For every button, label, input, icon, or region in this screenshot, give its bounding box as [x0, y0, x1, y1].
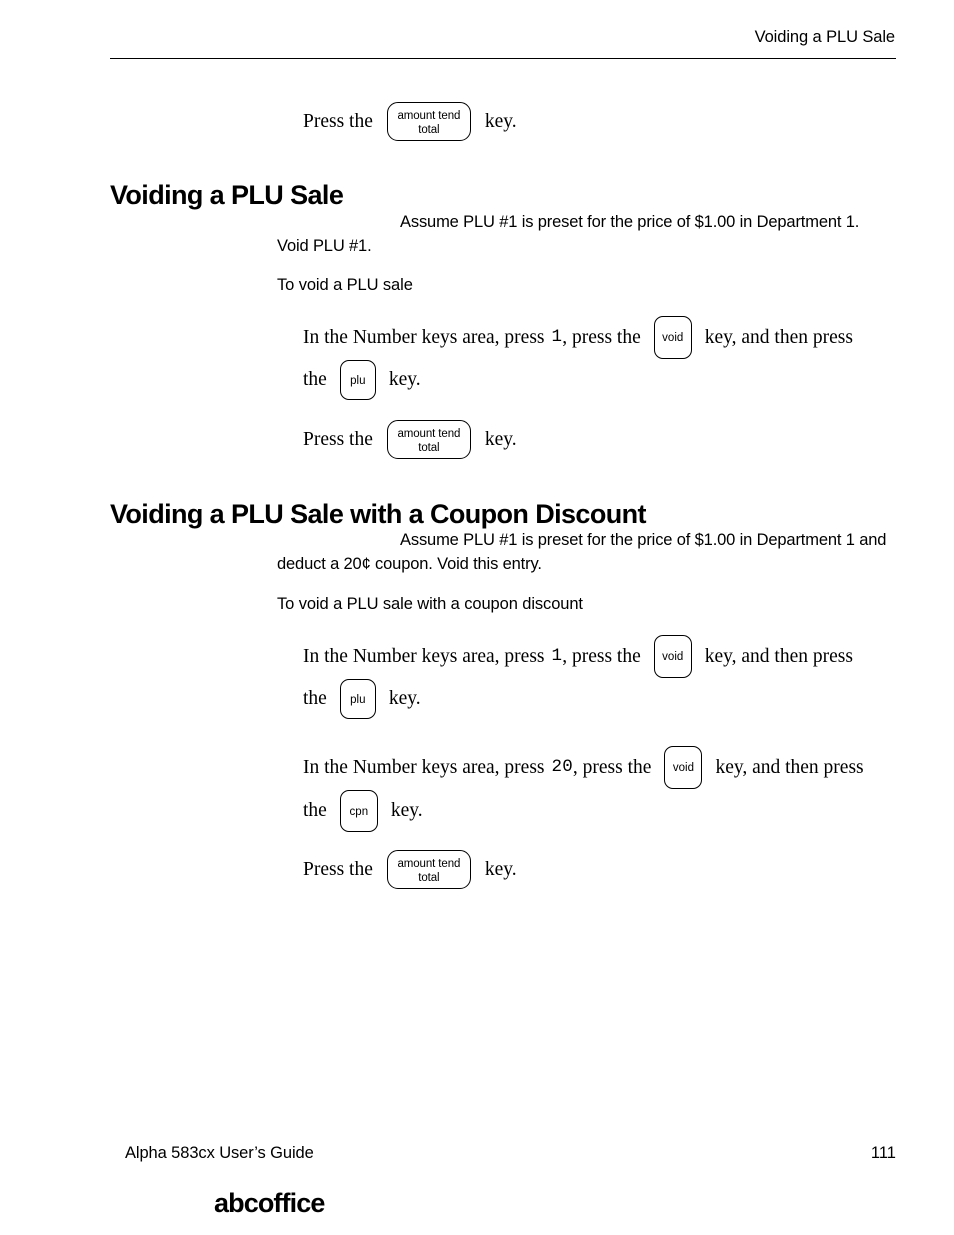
footer-page-number: 111	[870, 1144, 896, 1162]
key-amount-tend-total-line1: amount tend	[397, 858, 461, 870]
key-amount-tend-total-line1: amount tend	[397, 428, 461, 440]
key-amount-tend-total-line1: amount tend	[397, 110, 461, 122]
section2-step2-part5: key.	[390, 800, 423, 822]
key-plu[interactable]: plu	[339, 679, 376, 719]
section1-step1-line1: In the Number keys area, press 1 , press…	[303, 316, 853, 359]
section1-step2-text-after: key.	[484, 428, 517, 450]
abcoffice-logo: abcoffice	[214, 1188, 325, 1218]
section2-step1-part2: , press the	[562, 645, 641, 667]
section2-step2-part4: the	[303, 800, 327, 822]
key-amount-tend-total[interactable]: amount tend total	[386, 420, 471, 459]
document-page: Voiding a PLU Sale Press the amount tend…	[0, 0, 954, 1235]
section2-step2-part3: key, and then press	[715, 756, 864, 778]
section2-step2-part1: In the Number keys area, press	[303, 756, 545, 778]
section2-step3-text-after: key.	[484, 858, 517, 880]
section2-subheading: To void a PLU sale with a coupon discoun…	[277, 595, 583, 613]
section1-step1-part2: , press the	[562, 326, 641, 348]
section2-step2-line1: In the Number keys area, press 20 , pres…	[303, 746, 864, 789]
section2-step2-line2: the cpn key.	[303, 790, 423, 832]
section1-step1-line2: the plu key.	[303, 360, 421, 400]
key-amount-tend-total[interactable]: amount tend total	[386, 850, 471, 889]
key-plu[interactable]: plu	[339, 360, 376, 400]
section2-step3-text-before: Press the	[303, 858, 373, 880]
section2-step1-part3: key, and then press	[704, 645, 853, 667]
section2-step1-number: 1	[551, 646, 563, 667]
section1-paragraph: Assume PLU #1 is preset for the price of…	[277, 213, 860, 255]
section2-step1-line1: In the Number keys area, press 1 , press…	[303, 635, 853, 678]
section1-step1-part4: the	[303, 369, 327, 391]
section2-step2-number: 20	[551, 757, 573, 778]
section1-step2-text-before: Press the	[303, 428, 373, 450]
section2-step2-part2: , press the	[572, 756, 652, 778]
section1-step2: Press the amount tend total key.	[303, 420, 517, 459]
key-void[interactable]: void	[664, 746, 703, 789]
key-cpn[interactable]: cpn	[339, 790, 378, 832]
key-amount-tend-total-line2: total	[418, 442, 440, 455]
section2-step1-line2: the plu key.	[303, 679, 421, 719]
section2-step1-part4: the	[303, 688, 327, 710]
section2-heading: Voiding a PLU Sale with a Coupon Discoun…	[110, 499, 647, 529]
key-void[interactable]: void	[653, 316, 692, 359]
key-amount-tend-total-line2: total	[418, 872, 440, 885]
running-header: Voiding a PLU Sale	[754, 28, 895, 46]
key-void[interactable]: void	[653, 635, 692, 678]
key-amount-tend-total-line2: total	[418, 124, 440, 137]
section2-step3: Press the amount tend total key.	[303, 850, 517, 889]
intro-press-text-before: Press the	[303, 110, 373, 132]
section2-paragraph: Assume PLU #1 is preset for the price of…	[277, 531, 887, 573]
intro-press-step: Press the amount tend total key.	[303, 102, 517, 141]
section1-step1-part1: In the Number keys area, press	[303, 326, 545, 348]
intro-press-text-after: key.	[484, 110, 517, 132]
section1-step1-part5: key.	[388, 369, 421, 391]
footer-guide-title: Alpha 583cx User’s Guide	[125, 1144, 314, 1162]
section1-step1-part3: key, and then press	[704, 326, 853, 348]
section1-subheading: To void a PLU sale	[277, 276, 413, 294]
section2-step1-part5: key.	[388, 688, 421, 710]
header-rule	[110, 58, 896, 59]
section2-step1-part1: In the Number keys area, press	[303, 645, 545, 667]
section1-heading: Voiding a PLU Sale	[110, 180, 344, 210]
section1-step1-number: 1	[551, 327, 563, 348]
key-amount-tend-total[interactable]: amount tend total	[386, 102, 471, 141]
